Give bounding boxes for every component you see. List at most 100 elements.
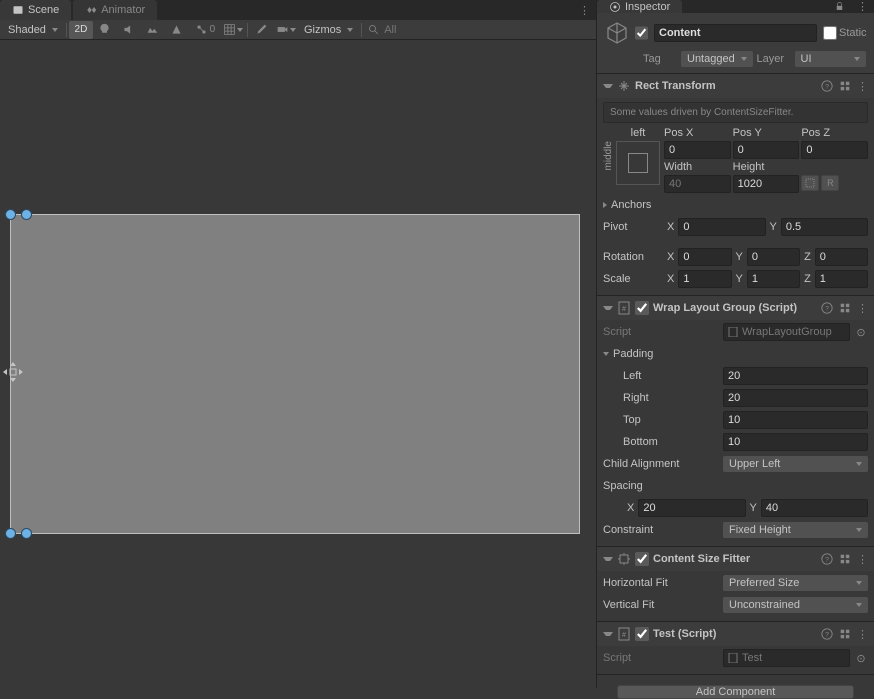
- gameobject-icon[interactable]: [605, 19, 629, 47]
- pad-bottom-field[interactable]: [723, 433, 868, 451]
- spacing-x-field[interactable]: [638, 499, 745, 517]
- help-icon[interactable]: ?: [821, 80, 833, 92]
- scene-view[interactable]: [0, 40, 596, 688]
- gameobject-name-field[interactable]: [654, 24, 817, 42]
- test-enabled[interactable]: [635, 627, 649, 641]
- horiz-fit-dropdown[interactable]: Preferred Size: [723, 575, 868, 591]
- lock-icon[interactable]: [834, 1, 845, 12]
- inspector-tab-menu[interactable]: ⋮: [851, 0, 874, 13]
- lighting-toggle[interactable]: [93, 21, 117, 39]
- tab-animator[interactable]: Animator: [73, 0, 157, 20]
- svg-text:?: ?: [825, 84, 829, 91]
- rect-handle-bl[interactable]: [5, 528, 16, 539]
- grid-toggle[interactable]: [221, 21, 245, 39]
- scene-visibility-toggle[interactable]: [165, 21, 189, 39]
- inspector-tab-bar: Inspector ⋮: [597, 0, 874, 13]
- fold-icon: [603, 306, 613, 310]
- csf-icon: [617, 552, 631, 566]
- pad-left-field[interactable]: [723, 367, 868, 385]
- child-align-label: Child Alignment: [603, 458, 719, 470]
- shading-mode-label: Shaded: [8, 24, 46, 36]
- gizmos-dropdown[interactable]: Gizmos: [298, 21, 359, 39]
- preset-icon[interactable]: [839, 628, 851, 640]
- pivot-x-field[interactable]: [678, 218, 765, 236]
- tab-scene[interactable]: Scene: [0, 0, 71, 20]
- scale-y-field[interactable]: [747, 270, 800, 288]
- scene-search[interactable]: [364, 24, 468, 36]
- preset-icon[interactable]: [839, 80, 851, 92]
- tag-dropdown[interactable]: Untagged: [681, 51, 753, 67]
- object-picker-icon[interactable]: ⊙: [854, 652, 868, 665]
- rot-z-field[interactable]: [815, 248, 868, 266]
- test-title: Test (Script): [653, 628, 817, 640]
- static-checkbox[interactable]: [823, 26, 837, 40]
- help-icon[interactable]: ?: [821, 628, 833, 640]
- csf-enabled[interactable]: [635, 552, 649, 566]
- scene-icon: [12, 4, 24, 16]
- shading-mode-dropdown[interactable]: Shaded: [2, 21, 64, 39]
- pivot-y-field[interactable]: [781, 218, 868, 236]
- object-picker-icon[interactable]: ⊙: [854, 326, 868, 339]
- posz-field[interactable]: [801, 141, 868, 159]
- svg-text:#: #: [622, 632, 626, 639]
- camera-toggle[interactable]: [274, 21, 298, 39]
- posx-field[interactable]: [664, 141, 731, 159]
- test-script-header[interactable]: # Test (Script) ? ⋮: [597, 622, 874, 646]
- help-icon[interactable]: ?: [821, 553, 833, 565]
- scene-selected-rect[interactable]: [10, 214, 580, 534]
- posy-field[interactable]: [733, 141, 800, 159]
- svg-text:?: ?: [825, 557, 829, 564]
- component-menu-icon[interactable]: ⋮: [857, 302, 868, 315]
- rect-handle-tl[interactable]: [5, 209, 16, 220]
- rot-x-field[interactable]: [678, 248, 731, 266]
- mode-2d-toggle[interactable]: 2D: [69, 21, 93, 39]
- padding-label: Padding: [613, 348, 719, 360]
- rot-y-field[interactable]: [747, 248, 800, 266]
- component-menu-icon[interactable]: ⋮: [857, 553, 868, 566]
- tools-toggle[interactable]: [250, 21, 274, 39]
- anchors-fold[interactable]: [603, 202, 607, 208]
- fold-icon: [603, 632, 613, 636]
- height-label: Height: [733, 161, 800, 173]
- gameobject-enabled-checkbox[interactable]: [635, 26, 648, 40]
- preset-icon[interactable]: [839, 302, 851, 314]
- scale-z-field[interactable]: [815, 270, 868, 288]
- rect-transform-header[interactable]: Rect Transform ? ⋮: [597, 74, 874, 98]
- add-component-button[interactable]: Add Component: [617, 685, 854, 699]
- pad-right-field[interactable]: [723, 389, 868, 407]
- scale-x-field[interactable]: [678, 270, 731, 288]
- component-menu-icon[interactable]: ⋮: [857, 628, 868, 641]
- blueprint-mode-button[interactable]: [801, 175, 819, 191]
- preset-icon[interactable]: [839, 553, 851, 565]
- horiz-fit-label: Horizontal Fit: [603, 577, 719, 589]
- help-icon[interactable]: ?: [821, 302, 833, 314]
- height-field[interactable]: [733, 175, 800, 193]
- rect-handle-bl2[interactable]: [21, 528, 32, 539]
- audio-toggle[interactable]: [117, 21, 141, 39]
- layer-dropdown[interactable]: UI: [795, 51, 867, 67]
- padding-fold[interactable]: [603, 352, 609, 356]
- scene-tab-menu[interactable]: ⋮: [573, 0, 596, 20]
- tab-inspector-label: Inspector: [625, 1, 670, 13]
- vert-fit-dropdown[interactable]: Unconstrained: [723, 597, 868, 613]
- anchor-top-label: left: [616, 127, 660, 139]
- constraint-dropdown[interactable]: Fixed Height: [723, 522, 868, 538]
- constraint-label: Constraint: [603, 524, 719, 536]
- spacing-label: Spacing: [603, 480, 719, 492]
- fx-toggle[interactable]: [141, 21, 165, 39]
- raw-edit-button[interactable]: R: [821, 175, 839, 191]
- wrap-layout-enabled[interactable]: [635, 301, 649, 315]
- wrap-layout-title: Wrap Layout Group (Script): [653, 302, 817, 314]
- anchor-preset-button[interactable]: [616, 141, 660, 185]
- tab-inspector[interactable]: Inspector: [597, 0, 682, 13]
- component-menu-icon[interactable]: ⋮: [857, 80, 868, 93]
- debug-draw-toggle[interactable]: 0: [189, 21, 221, 39]
- wrap-layout-header[interactable]: # Wrap Layout Group (Script) ? ⋮: [597, 296, 874, 320]
- pad-top-field[interactable]: [723, 411, 868, 429]
- child-align-dropdown[interactable]: Upper Left: [723, 456, 868, 472]
- width-field: [664, 175, 731, 193]
- rect-handle-tl2[interactable]: [21, 209, 32, 220]
- content-size-fitter-header[interactable]: Content Size Fitter ? ⋮: [597, 547, 874, 571]
- spacing-y-field[interactable]: [761, 499, 868, 517]
- scene-search-input[interactable]: [384, 24, 464, 36]
